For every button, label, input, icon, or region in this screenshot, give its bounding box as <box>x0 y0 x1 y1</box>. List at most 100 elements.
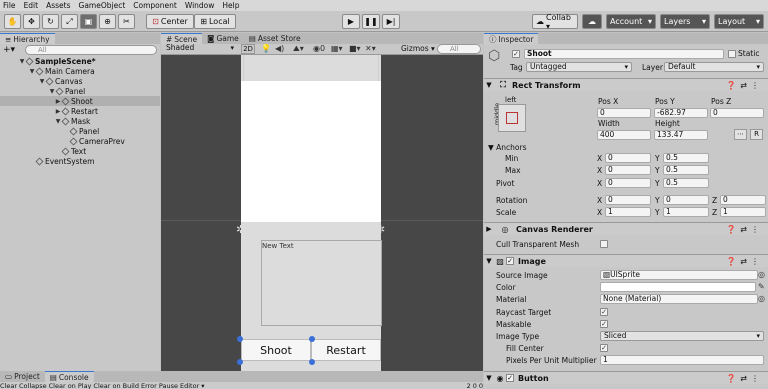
collapse-arrow-icon[interactable]: ▶ <box>484 225 494 233</box>
rect-handle[interactable] <box>237 359 243 365</box>
console-editor-dropdown[interactable]: Editor ▾ <box>180 382 205 389</box>
hierarchy-item-shoot[interactable]: ▶ Shoot <box>0 96 160 106</box>
menu-window[interactable]: Window <box>185 1 215 10</box>
height-field[interactable]: 133.47 <box>654 130 708 140</box>
gameobject-name-field[interactable]: Shoot <box>524 49 724 59</box>
anchor-max-y-field[interactable]: 0.5 <box>663 165 709 175</box>
camera-icon[interactable]: ■▾ <box>349 44 361 53</box>
hierarchy-item-mask-panel[interactable]: Panel <box>0 126 160 136</box>
scale-x-field[interactable]: 1 <box>605 207 651 217</box>
pivot-x-field[interactable]: 0 <box>605 178 651 188</box>
tab-asset-store[interactable]: ▤ Asset Store <box>244 33 306 44</box>
component-menu-icons[interactable]: ❓⇄⋮ <box>726 374 763 383</box>
button-enabled-checkbox[interactable]: ✓ <box>506 374 514 382</box>
scale-z-field[interactable]: 1 <box>720 207 766 217</box>
anchor-max-x-field[interactable]: 0 <box>605 165 651 175</box>
image-header[interactable]: ▼ ▨ ✓ Image ❓⇄⋮ <box>484 254 768 267</box>
object-picker-icon[interactable]: ◎ <box>758 294 765 303</box>
console-error-pause-button[interactable]: Error Pause <box>141 382 178 389</box>
pivot-y-field[interactable]: 0.5 <box>663 178 709 188</box>
menu-gameobject[interactable]: GameObject <box>79 1 126 10</box>
static-checkbox[interactable] <box>728 50 736 58</box>
image-enabled-checkbox[interactable]: ✓ <box>506 257 514 265</box>
console-clear-on-build-button[interactable]: Clear on Build <box>93 382 139 389</box>
console-clear-button[interactable]: Clear <box>0 382 17 389</box>
component-menu-icons[interactable]: ❓⇄⋮ <box>726 225 763 234</box>
layer-dropdown[interactable]: Default <box>664 62 764 72</box>
tab-inspector[interactable]: ⓘ Inspector <box>484 33 539 44</box>
rect-transform-header[interactable]: ▼ ⛶ Rect Transform ❓⇄⋮ <box>484 78 768 91</box>
grid-icon[interactable]: ▦▾ <box>331 44 343 53</box>
fill-center-checkbox[interactable]: ✓ <box>600 344 608 352</box>
hierarchy-search-input[interactable]: All <box>25 45 157 55</box>
anchor-min-x-field[interactable]: 0 <box>605 153 651 163</box>
menu-edit[interactable]: Edit <box>24 1 39 10</box>
collapse-arrow-icon[interactable]: ▼ <box>484 374 494 382</box>
collab-dropdown[interactable]: ☁ Collab ▾ <box>532 13 578 31</box>
menu-assets[interactable]: Assets <box>46 1 70 10</box>
anchor-icon[interactable]: ✲ <box>376 223 385 236</box>
eyedropper-icon[interactable]: ✎ <box>758 282 765 291</box>
warning-count[interactable]: 0 <box>473 382 477 389</box>
pos-x-field[interactable]: 0 <box>597 108 651 118</box>
hierarchy-item-text[interactable]: Text <box>0 146 160 156</box>
create-plus-icon[interactable]: +▾ <box>3 45 15 55</box>
hierarchy-item-main-camera[interactable]: ▼ Main Camera <box>0 66 160 76</box>
tab-console[interactable]: ▤ Console <box>44 371 94 382</box>
tab-project[interactable]: ▭ Project <box>0 371 45 382</box>
hierarchy-item-restart[interactable]: ▶ Restart <box>0 106 160 116</box>
color-field[interactable] <box>600 282 756 292</box>
2d-toggle[interactable]: 2D <box>241 44 255 54</box>
log-count[interactable]: 2 <box>467 382 471 389</box>
account-dropdown[interactable]: Account ▾ <box>606 14 656 29</box>
hierarchy-item-mask[interactable]: ▼ Mask <box>0 116 160 126</box>
material-field[interactable]: None (Material) <box>600 294 758 304</box>
cloud-icon[interactable]: ☁ <box>582 14 602 29</box>
hierarchy-item-cameraprev[interactable]: CameraPrev <box>0 136 160 146</box>
component-menu-icons[interactable]: ❓⇄⋮ <box>726 81 763 90</box>
rotation-x-field[interactable]: 0 <box>605 195 651 205</box>
layers-dropdown[interactable]: Layers ▾ <box>660 14 710 29</box>
rect-handle[interactable] <box>237 336 243 342</box>
button-header[interactable]: ▼ ◉ ✓ Button ❓⇄⋮ <box>484 371 768 384</box>
rotation-z-field[interactable]: 0 <box>720 195 766 205</box>
hidden-objects-icon[interactable]: ◉0 <box>313 44 325 53</box>
anchor-min-y-field[interactable]: 0.5 <box>663 153 709 163</box>
pos-z-field[interactable]: 0 <box>710 108 764 118</box>
image-type-dropdown[interactable]: Sliced <box>600 331 764 341</box>
canvas-renderer-header[interactable]: ▶ ◎ Canvas Renderer ❓⇄⋮ <box>484 222 768 235</box>
error-count[interactable]: 0 <box>479 382 483 389</box>
pivot-local-toggle[interactable]: ⊞ Local <box>194 14 236 29</box>
rect-handle[interactable] <box>309 359 315 365</box>
console-clear-on-play-button[interactable]: Clear on Play <box>49 382 92 389</box>
hierarchy-item-scene[interactable]: ▼ SampleScene* <box>0 56 160 66</box>
hierarchy-item-canvas[interactable]: ▼ Canvas <box>0 76 160 86</box>
tab-game[interactable]: ◙ Game <box>202 33 244 44</box>
rotate-tool-icon[interactable]: ↻ <box>42 14 59 29</box>
menu-component[interactable]: Component <box>133 1 177 10</box>
raycast-target-checkbox[interactable]: ✓ <box>600 308 608 316</box>
maskable-checkbox[interactable]: ✓ <box>600 320 608 328</box>
scene-viewport[interactable]: New Text Shoot Restart ✲ ✲ ✲ <box>161 55 483 371</box>
move-tool-icon[interactable]: ✥ <box>23 14 40 29</box>
width-field[interactable]: 400 <box>597 130 651 140</box>
audio-icon[interactable]: ◀) <box>275 44 284 53</box>
hierarchy-item-panel[interactable]: ▼ Panel <box>0 86 160 96</box>
transform-tool-icon[interactable]: ⊕ <box>99 14 116 29</box>
custom-tool-icon[interactable]: ✂ <box>118 14 135 29</box>
tab-hierarchy[interactable]: ≡ Hierarchy <box>0 33 55 44</box>
anchors-foldout[interactable]: ▼ Anchors <box>488 143 527 152</box>
menu-help[interactable]: Help <box>222 1 239 10</box>
scene-restart-button[interactable]: Restart <box>311 339 381 361</box>
pivot-center-toggle[interactable]: ⊡ Center <box>146 14 194 29</box>
anchor-icon[interactable]: ✲ <box>307 57 316 70</box>
active-checkbox[interactable]: ✓ <box>512 50 520 58</box>
tag-dropdown[interactable]: Untagged <box>526 62 632 72</box>
rotation-y-field[interactable]: 0 <box>663 195 709 205</box>
scene-search-input[interactable]: All <box>437 44 481 54</box>
play-button[interactable]: ▶ <box>342 14 360 29</box>
hierarchy-item-eventsystem[interactable]: EventSystem <box>0 156 160 166</box>
layout-dropdown[interactable]: Layout ▾ <box>714 14 764 29</box>
source-image-field[interactable]: ▧UISprite <box>600 270 758 280</box>
raw-edit-button[interactable]: R <box>750 129 763 140</box>
